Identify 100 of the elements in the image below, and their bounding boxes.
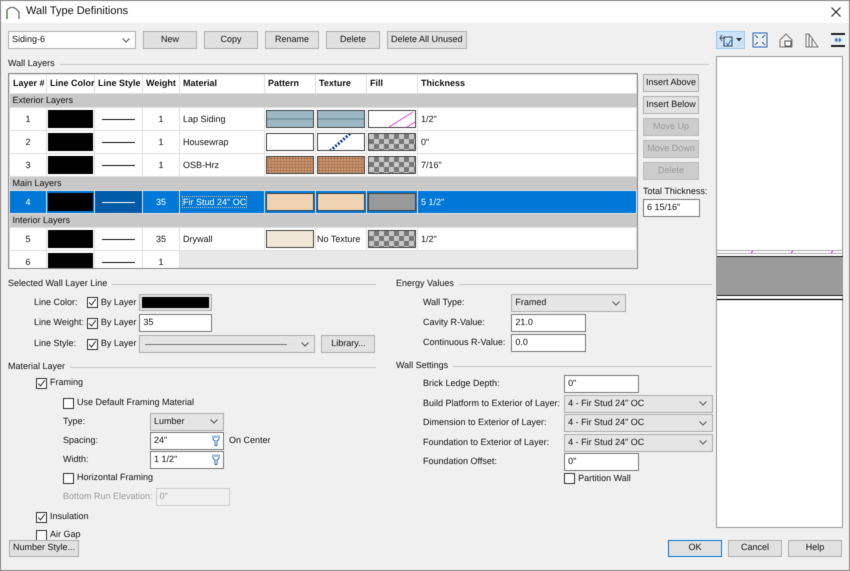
- layer-group-header: Interior Layers: [10, 214, 636, 228]
- texture-swatch: [317, 156, 365, 174]
- close-icon[interactable]: [831, 7, 841, 17]
- fill-swatch: [368, 133, 416, 151]
- layer-action-button[interactable]: Insert Above: [643, 74, 699, 92]
- line-style-sample: [102, 238, 135, 240]
- table-cell: 2: [25, 137, 30, 147]
- wrench-icon[interactable]: [212, 454, 220, 465]
- library-button[interactable]: Library...: [321, 335, 376, 353]
- line-color-swatch: [48, 253, 93, 268]
- dialog-button[interactable]: Help: [788, 540, 842, 556]
- layer-row[interactable]: 4 35 Fir Stud 24" OC 5 1/2": [10, 190, 636, 214]
- toolbar-button[interactable]: Copy: [204, 31, 258, 49]
- fill-swatch: [368, 193, 416, 211]
- checkbox[interactable]: [86, 297, 98, 308]
- table-cell: 1: [158, 257, 164, 267]
- pattern-swatch: [266, 230, 314, 248]
- field-label: Line Style:: [34, 338, 78, 350]
- layer-row[interactable]: 1 1 Lap Siding 1/2": [10, 108, 636, 130]
- checkbox[interactable]: [63, 398, 74, 408]
- wall-type-dropdown[interactable]: Framed: [511, 294, 626, 312]
- table-cell: 1: [158, 114, 164, 124]
- type-dropdown[interactable]: Lumber: [150, 412, 224, 430]
- input-field[interactable]: 0.0: [511, 334, 586, 352]
- column-header[interactable]: Pattern: [264, 74, 316, 94]
- column-header[interactable]: Line Color: [46, 74, 94, 94]
- field-label: Continuous R-Value:: [423, 337, 506, 349]
- line-color-swatch: [48, 110, 93, 128]
- checkbox[interactable]: [86, 338, 98, 350]
- field-label: Dimension to Exterior of Layer:: [423, 417, 548, 429]
- checkbox-label: Framing: [50, 377, 84, 389]
- house-icon: [778, 32, 794, 48]
- table-cell: 1: [158, 137, 164, 147]
- table-cell: 1/2": [421, 114, 437, 124]
- checkbox[interactable]: [564, 472, 576, 484]
- wall-type-dropdown[interactable]: Siding-6: [8, 31, 136, 49]
- line-color-swatch: [48, 193, 93, 211]
- column-header[interactable]: Layer #: [10, 74, 46, 94]
- layer-action-button[interactable]: Insert Below: [643, 96, 699, 114]
- toolbar-button[interactable]: Delete All Unused: [387, 31, 467, 49]
- checkbox-label: Insulation: [50, 511, 89, 523]
- caret-icon: [612, 300, 620, 306]
- checkbox-label: Use Default Framing Material: [77, 397, 194, 409]
- texture-swatch: [317, 193, 365, 211]
- checkbox[interactable]: [36, 378, 47, 388]
- input-field[interactable]: 1 1/2": [150, 450, 224, 468]
- field-label: Line Color:: [34, 296, 79, 308]
- fill-swatch: [368, 230, 416, 248]
- number-style-button[interactable]: Number Style...: [9, 540, 80, 556]
- dialog-button[interactable]: OK: [668, 540, 722, 556]
- input-field[interactable]: 0": [564, 375, 640, 393]
- checkbox[interactable]: [36, 530, 47, 540]
- table-cell: 6: [25, 257, 30, 267]
- layer-dropdown[interactable]: 4 - Fir Stud 24" OC: [564, 414, 714, 432]
- toolbar-button[interactable]: Rename: [265, 31, 319, 49]
- dialog-button[interactable]: Cancel: [728, 540, 782, 556]
- input-field[interactable]: 0": [564, 453, 640, 471]
- layer-dropdown[interactable]: 4 - Fir Stud 24" OC: [564, 394, 714, 412]
- view-mode-button[interactable]: [716, 31, 745, 49]
- column-header[interactable]: Weight: [142, 74, 180, 94]
- line-color-swatch: [48, 230, 93, 248]
- checkbox[interactable]: [63, 472, 74, 484]
- fill-swatch: [368, 156, 416, 174]
- field-suffix: On Center: [229, 434, 271, 446]
- table-cell: 7/16": [421, 160, 442, 170]
- layer-row[interactable]: 5 35 Drywall No Texture 1/2": [10, 228, 636, 250]
- layer-row[interactable]: 3 1 OSB-Hrz 7/16": [10, 154, 636, 176]
- line-color-button[interactable]: [139, 294, 212, 311]
- texture-swatch: [317, 133, 365, 151]
- column-header[interactable]: Material: [180, 74, 264, 94]
- caret-icon[interactable]: [736, 38, 742, 42]
- toolbar-button[interactable]: Delete: [326, 31, 380, 49]
- split-line-icon: [830, 32, 846, 48]
- field-label: Width:: [63, 454, 90, 466]
- checkbox-label: By Layer: [100, 317, 136, 329]
- total-thickness-field[interactable]: 6 15/16": [643, 199, 700, 217]
- line-weight-field[interactable]: 35: [139, 314, 212, 332]
- table-cell: 0": [421, 137, 430, 147]
- checkbox[interactable]: [86, 318, 98, 328]
- checkbox-label: Partition Wall: [578, 472, 631, 484]
- toolbar-button[interactable]: New: [143, 31, 197, 49]
- caret-icon: [699, 440, 708, 445]
- total-thickness-label: Total Thickness:: [643, 185, 707, 197]
- wrench-icon[interactable]: [212, 435, 220, 446]
- checkbox[interactable]: [36, 512, 47, 522]
- layer-dropdown[interactable]: 4 - Fir Stud 24" OC: [564, 434, 714, 452]
- table-cell: 5 1/2": [421, 197, 444, 207]
- input-field[interactable]: 24": [150, 432, 224, 450]
- column-header[interactable]: Line Style: [94, 74, 142, 94]
- column-header[interactable]: Thickness: [418, 74, 636, 94]
- field-label: Foundation Offset:: [423, 456, 498, 468]
- input-field[interactable]: 21.0: [511, 314, 586, 332]
- line-style-dropdown[interactable]: [139, 335, 316, 353]
- arch-icon: [6, 6, 20, 18]
- layer-row[interactable]: 2 1 Housewrap 0": [10, 130, 636, 154]
- caret-icon: [210, 419, 218, 424]
- texture-text: No Texture: [317, 234, 360, 244]
- column-header[interactable]: Fill: [366, 74, 418, 94]
- checkbox-label: By Layer: [100, 296, 136, 308]
- column-header[interactable]: Texture: [316, 74, 366, 94]
